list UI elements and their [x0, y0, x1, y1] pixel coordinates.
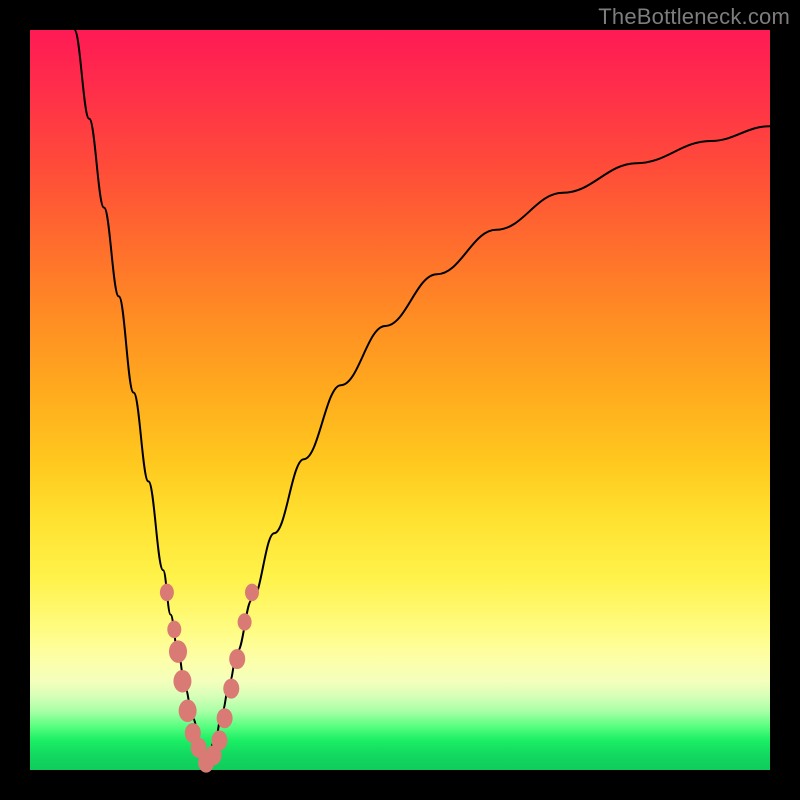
watermark-text: TheBottleneck.com [598, 4, 790, 30]
data-marker [160, 584, 174, 602]
chart-frame: TheBottleneck.com [0, 0, 800, 800]
data-marker [211, 730, 227, 750]
data-marker [238, 613, 252, 631]
data-marker [169, 640, 187, 663]
chart-svg [30, 30, 770, 770]
data-marker [217, 708, 233, 728]
data-marker [229, 649, 245, 669]
data-marker [173, 670, 191, 693]
data-marker [167, 621, 181, 639]
marker-group [160, 584, 259, 773]
data-marker [245, 584, 259, 602]
plot-area [30, 30, 770, 770]
curve-right-branch [206, 126, 770, 762]
data-marker [223, 679, 239, 699]
data-marker [179, 700, 197, 723]
